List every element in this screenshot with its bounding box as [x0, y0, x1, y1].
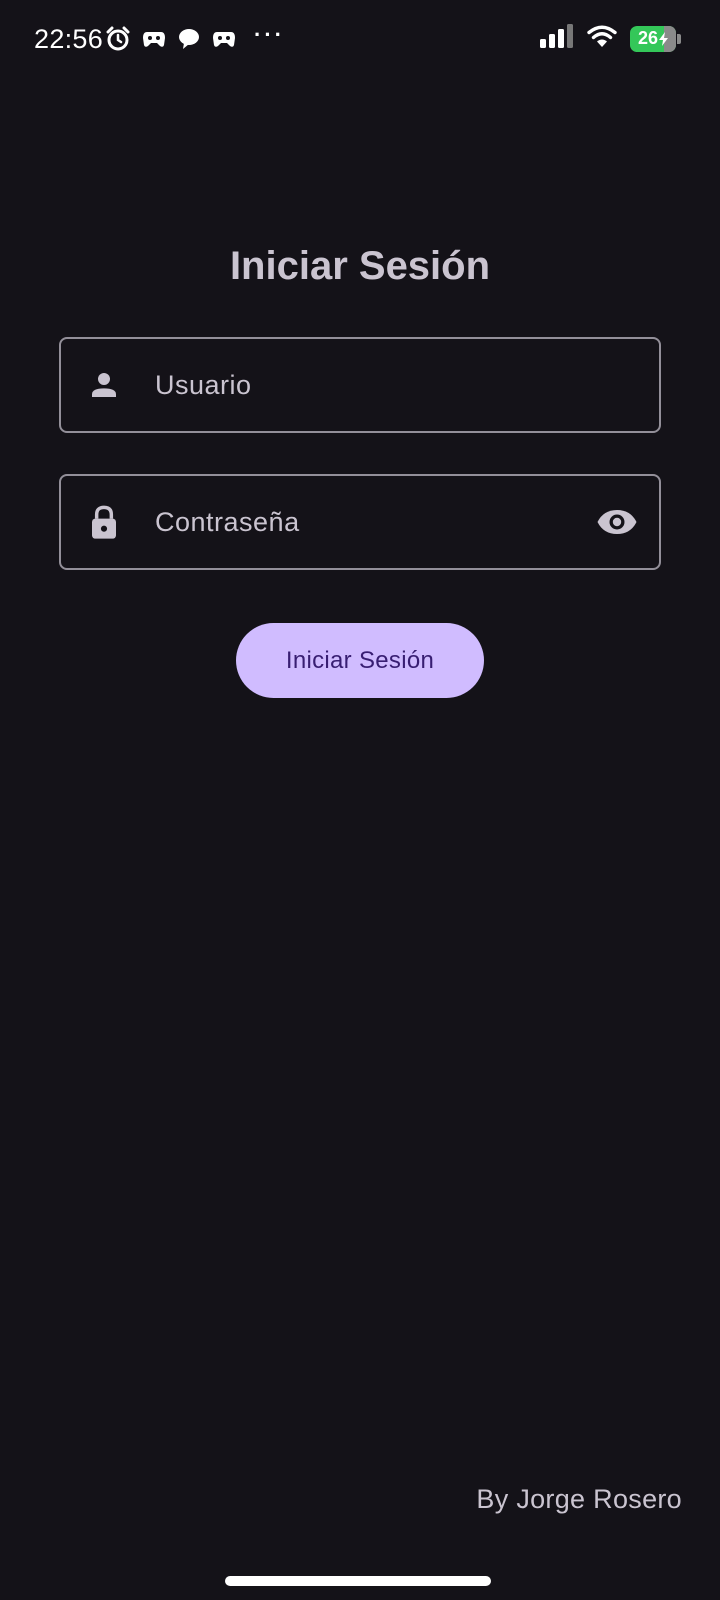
battery-level: 26 — [637, 28, 659, 48]
signal-icon — [540, 24, 574, 53]
username-input[interactable] — [155, 339, 579, 431]
home-indicator[interactable] — [225, 1576, 491, 1586]
lock-icon — [87, 505, 121, 539]
username-field[interactable] — [59, 337, 661, 433]
charging-bolt-icon — [659, 31, 669, 46]
system-icons: 26 — [540, 24, 681, 53]
wifi-icon — [586, 24, 618, 53]
game-controller-icon — [142, 29, 166, 49]
more-notifications-icon: ··· — [254, 22, 285, 47]
eye-icon[interactable] — [595, 500, 639, 544]
page-title: Iniciar Sesión — [229, 244, 491, 288]
author-credit: By Jorge Rosero — [476, 1484, 682, 1514]
status-time: 22:56 — [34, 24, 104, 54]
battery-icon: 26 — [630, 25, 681, 52]
notification-icons: ··· — [106, 22, 285, 52]
login-screen: 22:56 ··· 26 Iniciar Sesión Usuario Inic… — [0, 0, 720, 1600]
game-controller-icon — [212, 29, 236, 49]
status-bar: 22:56 ··· 26 — [0, 0, 720, 80]
chat-bubble-icon — [178, 28, 200, 50]
login-button[interactable]: Iniciar Sesión — [236, 623, 484, 698]
alarm-icon — [106, 26, 130, 52]
person-icon — [87, 368, 121, 402]
password-field[interactable] — [59, 474, 661, 570]
password-input[interactable] — [155, 476, 579, 568]
